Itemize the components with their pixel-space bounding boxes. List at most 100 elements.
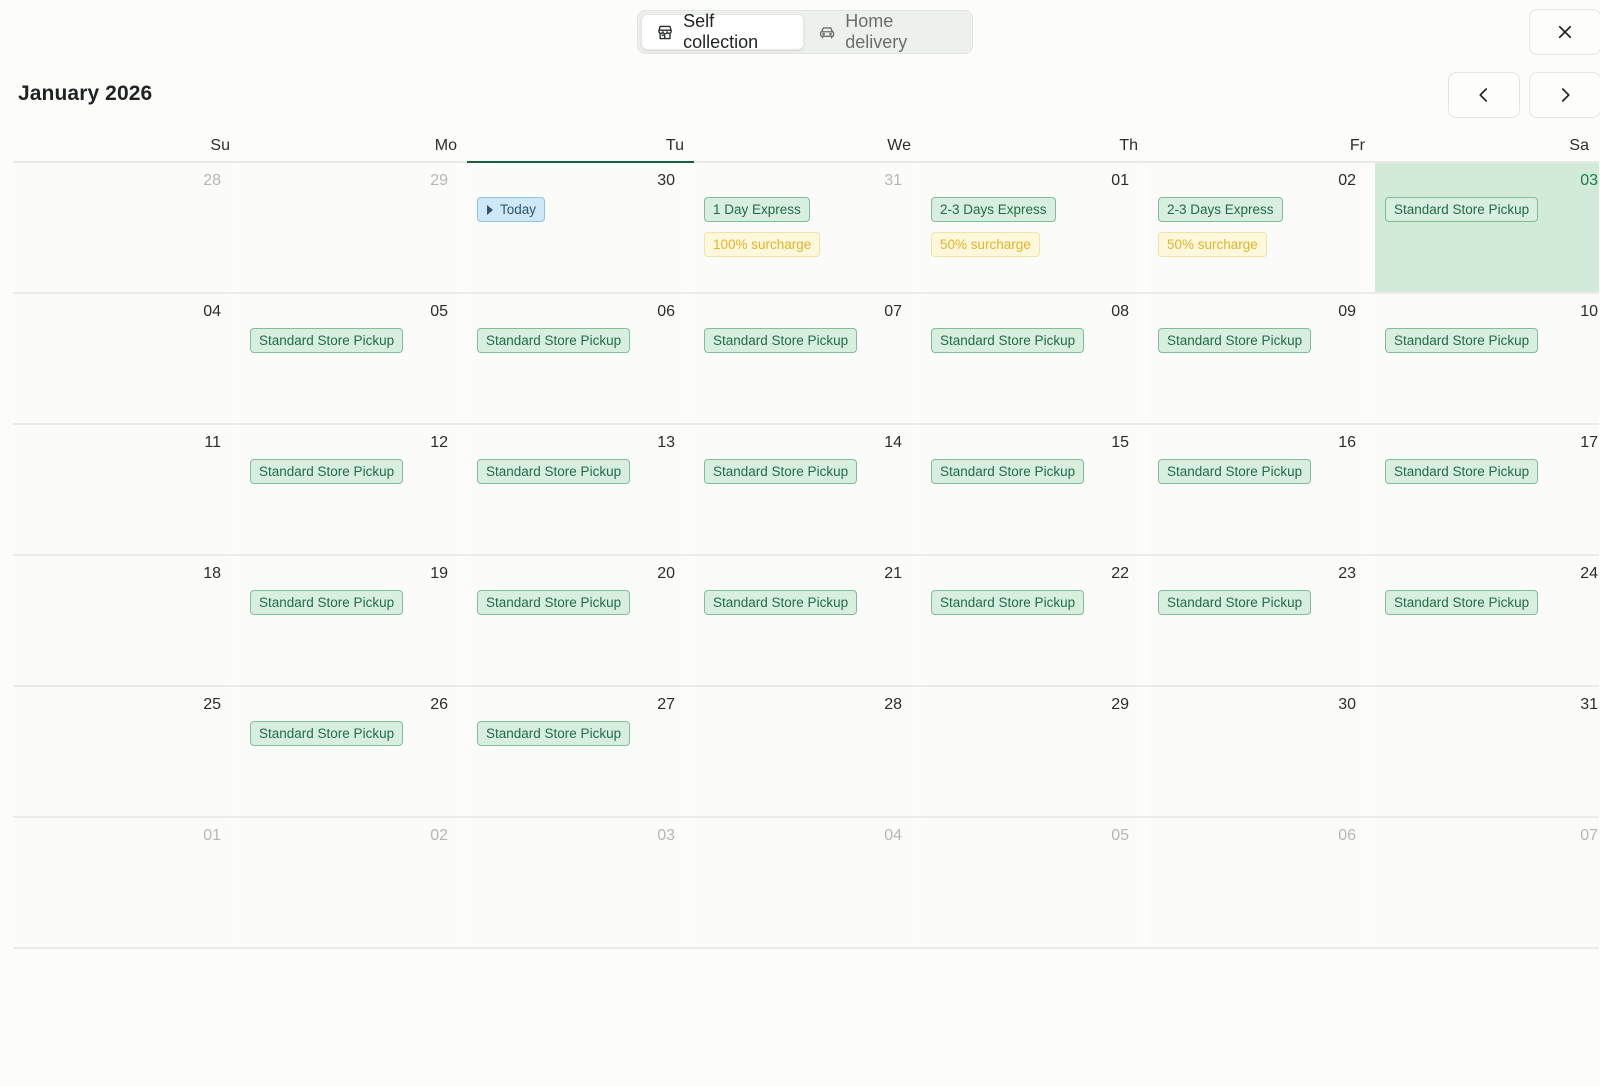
- delivery-option-badge: Standard Store Pickup: [477, 721, 631, 746]
- previous-month-button[interactable]: [1448, 72, 1520, 118]
- calendar-day[interactable]: 31: [1375, 687, 1599, 818]
- calendar-day-background: 11: [13, 425, 231, 554]
- calendar-day[interactable]: 30 Today: [467, 163, 694, 294]
- calendar-day-background: 14 Standard Store Pickup: [694, 425, 912, 554]
- calendar-day-background: 23 Standard Store Pickup: [1148, 556, 1366, 685]
- calendar-day[interactable]: 29: [921, 687, 1148, 818]
- calendar-day[interactable]: 08 Standard Store Pickup: [921, 294, 1148, 425]
- calendar-day[interactable]: 27 Standard Store Pickup: [467, 687, 694, 818]
- calendar-day[interactable]: 05: [921, 818, 1148, 949]
- calendar-day[interactable]: 12 Standard Store Pickup: [240, 425, 467, 556]
- day-number: 22: [1111, 565, 1129, 582]
- calendar-day[interactable]: 28: [694, 687, 921, 818]
- day-number: 15: [1111, 434, 1129, 451]
- calendar-day[interactable]: 03: [467, 818, 694, 949]
- day-tags: Standard Store Pickup: [931, 459, 1085, 484]
- day-number: 07: [1580, 827, 1598, 844]
- calendar-day[interactable]: 15 Standard Store Pickup: [921, 425, 1148, 556]
- calendar-day[interactable]: 19 Standard Store Pickup: [240, 556, 467, 687]
- calendar-day[interactable]: 28: [13, 163, 240, 294]
- badge-label: 50% surcharge: [940, 237, 1031, 252]
- day-number: 29: [430, 172, 448, 189]
- chevron-left-icon: [1479, 88, 1488, 102]
- calendar-day-background: 04: [13, 294, 231, 423]
- close-icon: [1558, 25, 1572, 39]
- weekday-header: We: [694, 127, 921, 163]
- delivery-option-badge: Standard Store Pickup: [250, 590, 404, 615]
- calendar-day[interactable]: 16 Standard Store Pickup: [1148, 425, 1375, 556]
- day-number: 05: [430, 303, 448, 320]
- calendar-day[interactable]: 01 2-3 Days Express 50% surcharge: [921, 163, 1148, 294]
- calendar-day-background: 06 Standard Store Pickup: [467, 294, 685, 423]
- day-tags: Standard Store Pickup: [1158, 328, 1312, 353]
- calendar-day[interactable]: 07: [1375, 818, 1599, 949]
- badge-label: Standard Store Pickup: [486, 464, 622, 479]
- calendar-day-background: 20 Standard Store Pickup: [467, 556, 685, 685]
- calendar-day[interactable]: 25: [13, 687, 240, 818]
- calendar-day[interactable]: 10 Standard Store Pickup: [1375, 294, 1599, 425]
- calendar-day[interactable]: 24 Standard Store Pickup: [1375, 556, 1599, 687]
- surcharge-badge: 50% surcharge: [931, 232, 1040, 257]
- calendar-day[interactable]: 11: [13, 425, 240, 556]
- calendar-day[interactable]: 18: [13, 556, 240, 687]
- badge-label: Standard Store Pickup: [486, 726, 622, 741]
- self-collection-option[interactable]: Self collection: [641, 11, 805, 52]
- day-tags: Standard Store Pickup: [250, 590, 404, 615]
- calendar-day-background: 02 2-3 Days Express 50% surcharge: [1148, 163, 1366, 292]
- calendar-day[interactable]: 23 Standard Store Pickup: [1148, 556, 1375, 687]
- badge-label: Standard Store Pickup: [486, 595, 622, 610]
- calendar-day[interactable]: 05 Standard Store Pickup: [240, 294, 467, 425]
- calendar-day[interactable]: 01: [13, 818, 240, 949]
- calendar-day-background: 15 Standard Store Pickup: [921, 425, 1139, 554]
- delivery-option-badge: 2-3 Days Express: [1158, 197, 1283, 222]
- badge-label: Standard Store Pickup: [713, 464, 849, 479]
- day-number: 06: [657, 303, 675, 320]
- day-tags: Standard Store Pickup: [931, 328, 1085, 353]
- day-number: 31: [884, 172, 902, 189]
- badge-label: Standard Store Pickup: [1167, 595, 1303, 610]
- chevron-right-icon: [1561, 88, 1570, 102]
- home-delivery-option[interactable]: Home delivery: [804, 11, 969, 52]
- calendar-week: 11 12 Standard Store Pickup 13 Standard Stor…: [13, 425, 1600, 556]
- calendar-day[interactable]: 13 Standard Store Pickup: [467, 425, 694, 556]
- calendar-day[interactable]: 29: [240, 163, 467, 294]
- calendar-day[interactable]: 31 1 Day Express 100% surcharge: [694, 163, 921, 294]
- calendar-day-background: 03: [467, 818, 685, 947]
- calendar-day[interactable]: 26 Standard Store Pickup: [240, 687, 467, 818]
- calendar-day[interactable]: 06 Standard Store Pickup: [467, 294, 694, 425]
- weekday-header: Th: [921, 127, 1148, 163]
- calendar-day[interactable]: 04: [13, 294, 240, 425]
- badge-label: Standard Store Pickup: [713, 595, 849, 610]
- calendar-day[interactable]: 30: [1148, 687, 1375, 818]
- delivery-option-badge: Standard Store Pickup: [704, 328, 858, 353]
- delivery-option-badge: Standard Store Pickup: [1158, 590, 1312, 615]
- calendar-day[interactable]: 14 Standard Store Pickup: [694, 425, 921, 556]
- calendar-day-background: 22 Standard Store Pickup: [921, 556, 1139, 685]
- day-tags: Standard Store Pickup: [1158, 590, 1312, 615]
- day-tags: Standard Store Pickup: [250, 459, 404, 484]
- next-month-button[interactable]: [1529, 72, 1600, 118]
- calendar-day-selected[interactable]: 03 Standard Store Pickup: [1375, 163, 1599, 294]
- calendar-day[interactable]: 20 Standard Store Pickup: [467, 556, 694, 687]
- weekday-header: Mo: [240, 127, 467, 163]
- calendar-day[interactable]: 22 Standard Store Pickup: [921, 556, 1148, 687]
- day-tags: Standard Store Pickup: [1385, 197, 1539, 222]
- calendar-day-background: 07 Standard Store Pickup: [694, 294, 912, 423]
- day-number: 28: [884, 696, 902, 713]
- calendar-day[interactable]: 07 Standard Store Pickup: [694, 294, 921, 425]
- day-number: 03: [657, 827, 675, 844]
- calendar-day-background: 30: [1148, 687, 1366, 816]
- calendar-day[interactable]: 02 2-3 Days Express 50% surcharge: [1148, 163, 1375, 294]
- calendar-day[interactable]: 21 Standard Store Pickup: [694, 556, 921, 687]
- close-button[interactable]: [1529, 9, 1600, 55]
- calendar-day[interactable]: 17 Standard Store Pickup: [1375, 425, 1599, 556]
- day-number: 31: [1580, 696, 1598, 713]
- calendar-day[interactable]: 06: [1148, 818, 1375, 949]
- day-tags: Standard Store Pickup: [704, 459, 858, 484]
- calendar-day[interactable]: 04: [694, 818, 921, 949]
- calendar-day[interactable]: 09 Standard Store Pickup: [1148, 294, 1375, 425]
- calendar-day[interactable]: 02: [240, 818, 467, 949]
- day-number: 06: [1338, 827, 1356, 844]
- day-tags: Standard Store Pickup: [1385, 459, 1539, 484]
- delivery-option-badge: Standard Store Pickup: [704, 590, 858, 615]
